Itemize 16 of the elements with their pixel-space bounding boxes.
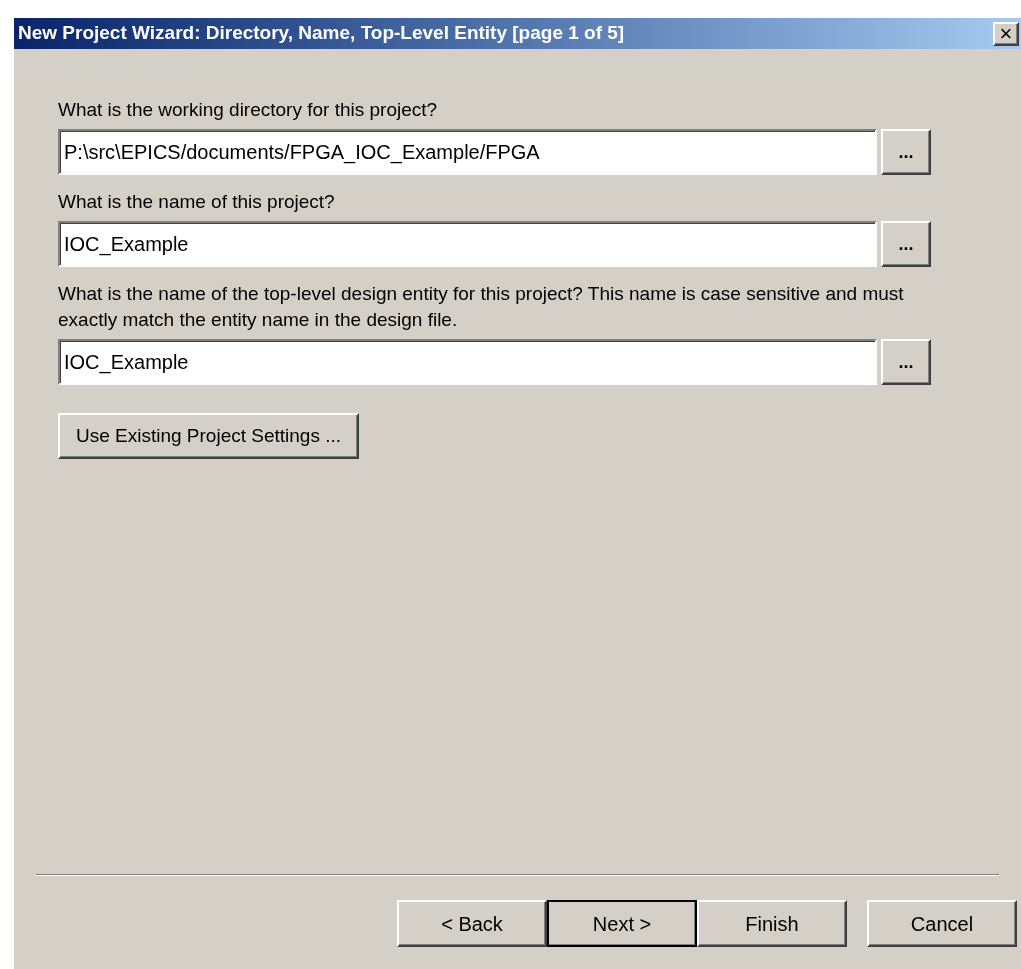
- field-label: What is the name of this project?: [58, 190, 336, 214]
- close-button[interactable]: ×: [993, 21, 1019, 46]
- field-label: What is the name of the top-level design entity for this project? This name is case sensitive and must exactly match the entity name in the design file.: [58, 282, 905, 332]
- dialog-button[interactable]: Finish: [697, 900, 847, 947]
- browse-button[interactable]: ...: [881, 221, 931, 267]
- field-label: What is the working directory for this project?: [58, 98, 439, 122]
- input-field[interactable]: IOC_Example: [58, 221, 877, 267]
- input-field[interactable]: P:\src\EPICS/documents/FPGA_IOC_Example/FPGA: [58, 129, 877, 175]
- browse-button[interactable]: ...: [881, 129, 931, 175]
- dialog-button[interactable]: Next >: [547, 900, 697, 947]
- browse-button[interactable]: ...: [881, 339, 931, 385]
- use-existing-settings-button[interactable]: Use Existing Project Settings ...: [58, 413, 360, 459]
- input-field[interactable]: IOC_Example: [58, 339, 877, 385]
- dialog-button[interactable]: Cancel: [867, 900, 1017, 947]
- window-title: New Project Wizard: Directory, Name, Top-Level Entity [page 1 of 5]: [18, 21, 625, 46]
- dialog-button[interactable]: < Back: [397, 900, 547, 947]
